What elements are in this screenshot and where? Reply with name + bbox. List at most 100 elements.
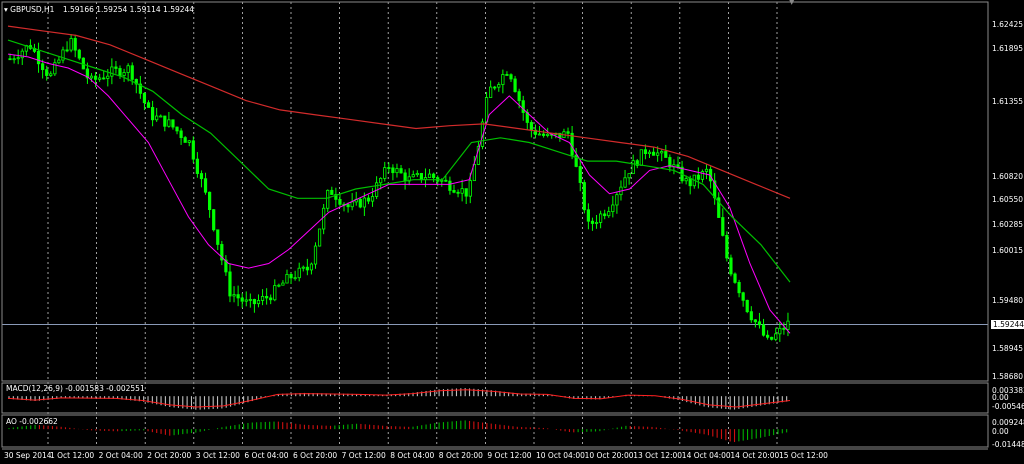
candle-body bbox=[322, 207, 326, 230]
ma-mid-line bbox=[7, 39, 791, 283]
candle-body bbox=[656, 152, 660, 156]
time-axis-label: 10 Oct 04:00 bbox=[536, 451, 585, 460]
candle-body bbox=[122, 72, 126, 76]
macd-label: MACD(12,26,9) -0.001583 -0.002551 bbox=[6, 384, 145, 393]
time-axis-label: 2 Oct 04:00 bbox=[98, 451, 143, 460]
candle-body bbox=[753, 319, 757, 323]
candle-body bbox=[765, 334, 770, 338]
price-level-label: 1.58945 bbox=[992, 344, 1024, 353]
candle-body bbox=[285, 274, 289, 284]
candle-body bbox=[643, 149, 648, 154]
candle-body bbox=[704, 168, 709, 172]
macd-level-label: -0.005461 bbox=[992, 402, 1024, 411]
candle-body bbox=[733, 273, 737, 283]
candle-body bbox=[651, 151, 656, 156]
candle-body bbox=[383, 167, 387, 179]
candle-body bbox=[98, 77, 102, 80]
candle-body bbox=[281, 282, 285, 286]
candle-body bbox=[12, 58, 16, 61]
candle-body bbox=[737, 282, 741, 294]
candle-body bbox=[293, 277, 297, 280]
chart-canvas[interactable] bbox=[0, 0, 1024, 464]
candle-body bbox=[489, 86, 493, 98]
price-level-label: 1.60285 bbox=[992, 220, 1024, 229]
candle-body bbox=[146, 102, 151, 108]
candle-body bbox=[395, 168, 399, 174]
candle-body bbox=[444, 179, 448, 182]
candle-body bbox=[16, 57, 20, 60]
candle-body bbox=[440, 179, 444, 182]
candle-body bbox=[309, 263, 314, 271]
candle-body bbox=[370, 196, 375, 202]
candle-body bbox=[236, 294, 240, 299]
candle-body bbox=[379, 178, 383, 184]
candle-body bbox=[203, 178, 208, 193]
symbol-label: GBPUSD,H1 bbox=[10, 5, 55, 14]
candle-body bbox=[615, 194, 619, 206]
candle-body bbox=[171, 119, 175, 128]
candle-body bbox=[623, 177, 627, 188]
candle-body bbox=[782, 327, 786, 330]
candle-body bbox=[338, 199, 342, 205]
dropdown-arrow-icon[interactable]: ▾ bbox=[4, 5, 8, 14]
candle-body bbox=[77, 49, 81, 59]
candles bbox=[8, 34, 790, 342]
candle-body bbox=[627, 173, 631, 179]
candle-body bbox=[317, 228, 322, 247]
candle-body bbox=[427, 173, 432, 178]
time-axis-label: 8 Oct 20:00 bbox=[438, 451, 483, 460]
candle-body bbox=[729, 257, 733, 275]
candle-body bbox=[582, 182, 586, 211]
price-level-label: 1.61895 bbox=[992, 44, 1024, 53]
candle-body bbox=[664, 151, 668, 158]
candle-body bbox=[448, 180, 452, 191]
candle-body bbox=[102, 77, 106, 80]
candle-body bbox=[199, 173, 204, 180]
candle-body bbox=[432, 173, 436, 179]
candle-body bbox=[725, 234, 729, 259]
candle-body bbox=[346, 204, 350, 208]
time-axis-label: 14 Oct 04:00 bbox=[681, 451, 731, 460]
candle-body bbox=[566, 131, 570, 134]
time-axis-label: 30 Sep 2014 bbox=[4, 451, 52, 460]
ohlc-readout: 1.59166 1.59254 1.59114 1.59244 bbox=[62, 5, 195, 14]
time-axis-label: 6 Oct 04:00 bbox=[244, 451, 289, 460]
candle-body bbox=[749, 311, 753, 321]
time-axis-label: 6 Oct 20:00 bbox=[293, 451, 338, 460]
candle-body bbox=[774, 333, 778, 340]
candle-body bbox=[415, 173, 419, 176]
ma-slow-line bbox=[7, 25, 791, 199]
candle-body bbox=[721, 217, 725, 236]
candle-body bbox=[240, 297, 244, 302]
ao-label: AO -0.002662 bbox=[6, 417, 58, 426]
candle-body bbox=[269, 297, 273, 301]
candle-body bbox=[676, 164, 680, 168]
candle-body bbox=[358, 198, 362, 208]
candle-body bbox=[647, 151, 652, 154]
candle-body bbox=[289, 274, 293, 279]
candle-body bbox=[517, 91, 521, 102]
candle-body bbox=[212, 209, 216, 231]
candle-body bbox=[366, 197, 371, 202]
candle-body bbox=[521, 100, 525, 113]
candle-body bbox=[187, 140, 191, 143]
shift-marker-icon[interactable]: ▼ bbox=[789, 0, 795, 6]
candle-body bbox=[594, 222, 599, 224]
candle-body bbox=[745, 299, 749, 313]
candle-body bbox=[537, 133, 542, 136]
candle-body bbox=[529, 122, 533, 131]
price-level-label: 1.61355 bbox=[992, 97, 1024, 106]
candle-body bbox=[36, 51, 41, 65]
candle-body bbox=[260, 296, 265, 301]
candle-body bbox=[362, 197, 366, 208]
candle-body bbox=[391, 167, 395, 174]
candle-body bbox=[114, 66, 118, 69]
candle-body bbox=[497, 84, 501, 88]
candle-body bbox=[696, 174, 700, 180]
candle-body bbox=[411, 174, 415, 178]
candle-body bbox=[660, 151, 664, 154]
chart-window[interactable]: ▾ GBPUSD,H1 1.59166 1.59254 1.59114 1.59… bbox=[0, 0, 1024, 464]
candle-body bbox=[599, 213, 603, 223]
time-axis-label: 7 Oct 12:00 bbox=[341, 451, 386, 460]
candle-body bbox=[57, 59, 61, 64]
